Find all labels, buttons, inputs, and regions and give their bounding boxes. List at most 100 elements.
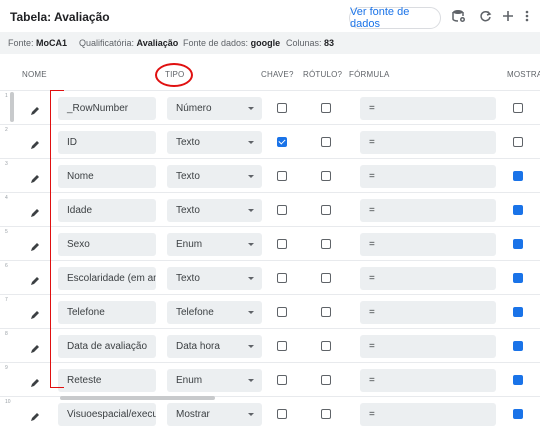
column-type-value: Data hora [176, 341, 220, 352]
column-type-select[interactable]: Texto [167, 131, 262, 154]
column-type-select[interactable]: Enum [167, 233, 262, 256]
column-name-field[interactable]: Data de avaliação [58, 335, 156, 358]
row-number: 5 [5, 229, 8, 235]
key-checkbox[interactable] [277, 103, 287, 113]
formula-field[interactable]: = [360, 199, 496, 222]
edit-pencil-icon[interactable] [30, 409, 40, 421]
show-checkbox[interactable] [513, 205, 523, 215]
label-checkbox[interactable] [321, 307, 331, 317]
annotation-bracket-line [50, 90, 51, 387]
row-number: 6 [5, 263, 8, 269]
table-row: 2 ID Texto = [0, 124, 540, 162]
key-checkbox[interactable] [277, 307, 287, 317]
key-checkbox[interactable] [277, 375, 287, 385]
column-type-select[interactable]: Número [167, 97, 262, 120]
chevron-down-icon [248, 175, 254, 178]
row-number: 8 [5, 331, 8, 337]
show-checkbox[interactable] [513, 137, 523, 147]
edit-pencil-icon[interactable] [30, 375, 40, 387]
column-type-select[interactable]: Texto [167, 165, 262, 188]
formula-field[interactable]: = [360, 369, 496, 392]
refresh-icon[interactable] [477, 8, 493, 24]
column-type-value: Texto [176, 205, 200, 216]
show-checkbox[interactable] [513, 341, 523, 351]
formula-field[interactable]: = [360, 131, 496, 154]
column-type-value: Enum [176, 375, 203, 386]
edit-pencil-icon[interactable] [30, 205, 40, 217]
table-row: 1 _RowNumber Número = [0, 90, 540, 128]
show-checkbox[interactable] [513, 409, 523, 419]
label-checkbox[interactable] [321, 239, 331, 249]
column-name-field[interactable]: Telefone [58, 301, 156, 324]
row-number: 2 [5, 127, 8, 133]
annotation-bracket-bottom [50, 387, 64, 388]
column-headers: NOME TIPO CHAVE? RÓTULO? FÓRMULA MOSTRA [0, 58, 540, 88]
vertical-scrollbar[interactable] [10, 92, 14, 122]
formula-field[interactable]: = [360, 267, 496, 290]
label-checkbox[interactable] [321, 341, 331, 351]
more-vert-icon[interactable] [519, 8, 535, 24]
column-type-select[interactable]: Texto [167, 267, 262, 290]
label-checkbox[interactable] [321, 273, 331, 283]
label-checkbox[interactable] [321, 171, 331, 181]
key-checkbox[interactable] [277, 137, 287, 147]
edit-pencil-icon[interactable] [30, 273, 40, 285]
column-name-field[interactable]: Idade [58, 199, 156, 222]
label-checkbox[interactable] [321, 103, 331, 113]
key-checkbox[interactable] [277, 341, 287, 351]
horizontal-scrollbar[interactable] [60, 396, 215, 400]
column-name-field[interactable]: _RowNumber [58, 97, 156, 120]
label-checkbox[interactable] [321, 375, 331, 385]
label-checkbox[interactable] [321, 137, 331, 147]
chevron-down-icon [248, 209, 254, 212]
formula-field[interactable]: = [360, 233, 496, 256]
formula-field[interactable]: = [360, 403, 496, 426]
view-data-source-button[interactable]: Ver fonte de dados [349, 6, 441, 30]
column-type-select[interactable]: Enum [167, 369, 262, 392]
column-name-field[interactable]: ID [58, 131, 156, 154]
show-checkbox[interactable] [513, 307, 523, 317]
formula-field[interactable]: = [360, 335, 496, 358]
column-type-select[interactable]: Telefone [167, 301, 262, 324]
header-formula: FÓRMULA [349, 70, 390, 79]
column-name-field[interactable]: Nome [58, 165, 156, 188]
column-name-field[interactable]: Escolaridade (em an [58, 267, 156, 290]
chevron-down-icon [248, 379, 254, 382]
show-checkbox[interactable] [513, 103, 523, 113]
row-number: 7 [5, 297, 8, 303]
label-checkbox[interactable] [321, 409, 331, 419]
datasource-info: Fonte de dados: google [183, 38, 281, 48]
chevron-down-icon [248, 141, 254, 144]
edit-pencil-icon[interactable] [30, 239, 40, 251]
column-type-value: Mostrar [176, 409, 210, 420]
formula-field[interactable]: = [360, 97, 496, 120]
header-nome: NOME [22, 70, 47, 79]
row-number: 10 [5, 399, 11, 405]
column-type-select[interactable]: Texto [167, 199, 262, 222]
edit-pencil-icon[interactable] [30, 341, 40, 353]
column-name-field[interactable]: Sexo [58, 233, 156, 256]
database-settings-icon[interactable] [451, 8, 467, 24]
edit-pencil-icon[interactable] [30, 137, 40, 149]
show-checkbox[interactable] [513, 171, 523, 181]
column-type-select[interactable]: Mostrar [167, 403, 262, 426]
key-checkbox[interactable] [277, 171, 287, 181]
show-checkbox[interactable] [513, 375, 523, 385]
key-checkbox[interactable] [277, 205, 287, 215]
show-checkbox[interactable] [513, 239, 523, 249]
formula-field[interactable]: = [360, 165, 496, 188]
key-checkbox[interactable] [277, 273, 287, 283]
edit-pencil-icon[interactable] [30, 103, 40, 115]
key-checkbox[interactable] [277, 409, 287, 419]
column-type-select[interactable]: Data hora [167, 335, 262, 358]
label-checkbox[interactable] [321, 205, 331, 215]
key-checkbox[interactable] [277, 239, 287, 249]
edit-pencil-icon[interactable] [30, 307, 40, 319]
add-icon[interactable] [500, 8, 516, 24]
edit-pencil-icon[interactable] [30, 171, 40, 183]
column-name-field[interactable]: Reteste [58, 369, 156, 392]
formula-field[interactable]: = [360, 301, 496, 324]
column-type-value: Texto [176, 273, 200, 284]
column-name-field[interactable]: Visuoespacial/execu [58, 403, 156, 426]
show-checkbox[interactable] [513, 273, 523, 283]
